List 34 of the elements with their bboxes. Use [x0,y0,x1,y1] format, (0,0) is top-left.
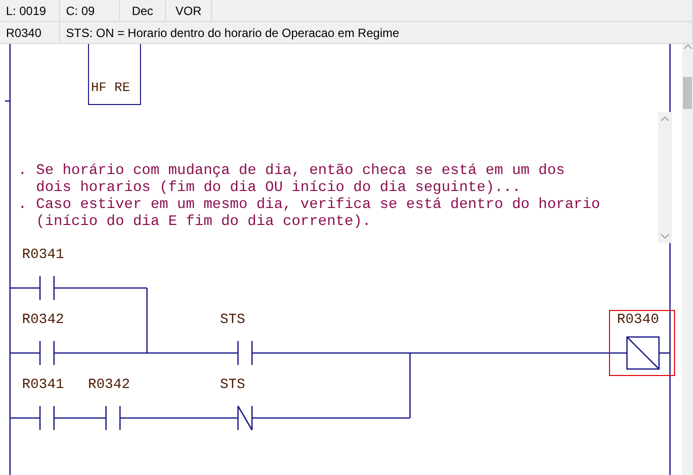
scrollbar[interactable] [682,44,693,475]
comment-line: (início do dia E fim do dia corrente). [35,214,372,231]
wire [659,352,670,354]
closed-contact-icon[interactable] [237,406,253,430]
contact-label: STS [220,312,246,328]
rail-tick [5,100,10,102]
block-label: HF RE [90,80,130,95]
line-indicator: L: 0019 [0,0,60,21]
comment-line: dois horarios (fim do dia OU início do dia seguinte)... [35,180,522,197]
wire [10,352,40,354]
comment-line: . Se horário com mudança de dia, então checa se está em um dos [18,163,566,180]
function-block[interactable]: HF RE [88,44,141,105]
wire [10,287,40,289]
contact-label: R0342 [88,377,130,393]
contact-label: STS [220,377,246,393]
contact-label: R0341 [22,377,64,393]
wire [10,417,40,419]
column-indicator: C: 09 [60,0,120,21]
comment-line: . Caso estiver em um mesmo dia, verifica se está dentro do horario [18,197,602,214]
contact-icon[interactable] [39,406,55,430]
wire [54,417,106,419]
contact-icon[interactable] [237,341,253,365]
coil-icon[interactable] [626,336,660,370]
address-label: R0340 [0,22,60,43]
mode-indicator: VOR [166,0,212,21]
contact-icon[interactable] [105,406,121,430]
contact-icon[interactable] [39,341,55,365]
format-indicator: Dec [120,0,166,21]
contact-label: R0341 [22,247,64,263]
contact-label: R0342 [22,312,64,328]
description-text: STS: ON = Horario dentro do horario de Operacao em Regime [60,22,693,43]
contact-icon[interactable] [39,276,55,300]
coil-label: R0340 [617,312,660,328]
scroll-thumb[interactable] [683,77,692,109]
